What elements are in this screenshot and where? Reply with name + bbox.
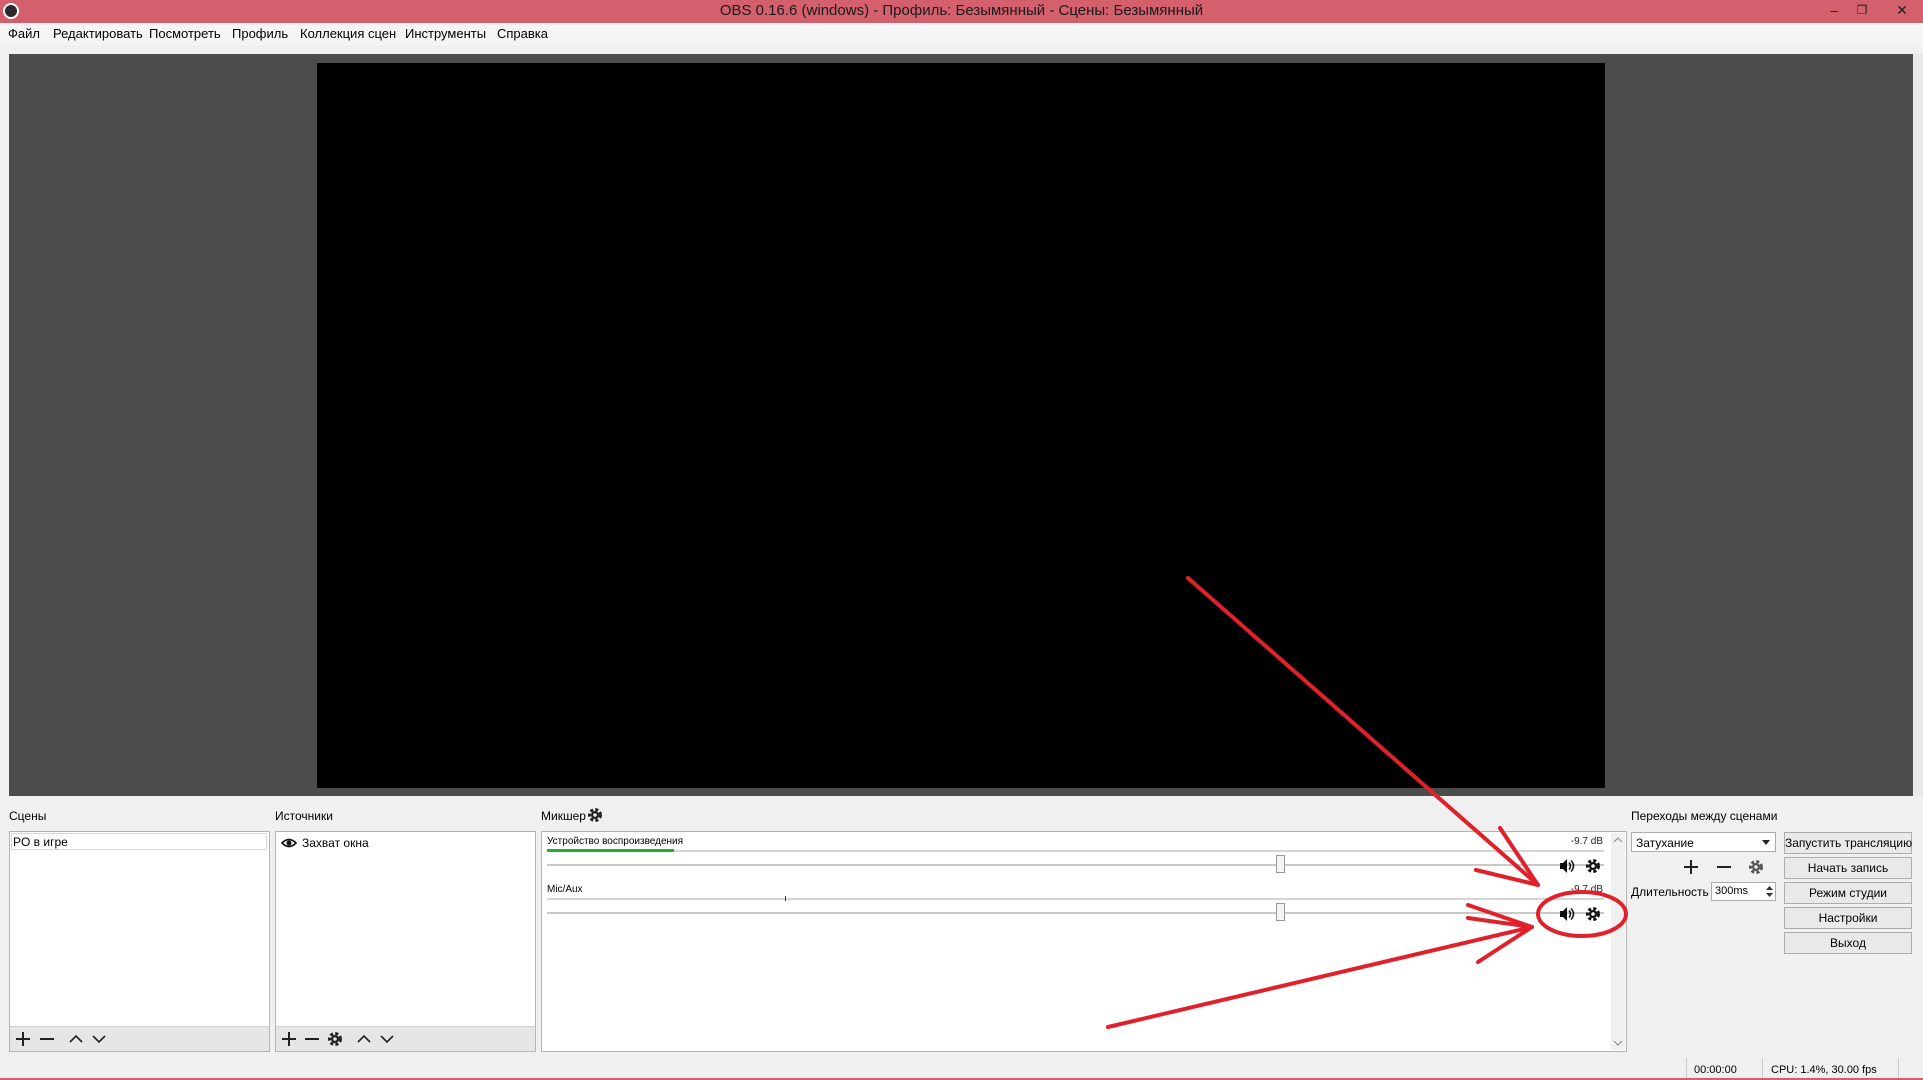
annotation-arrow-2 [1106,925,1534,1029]
annotation-circle [1536,890,1628,938]
annotation-overlay [1106,576,1628,1029]
annotation-arrow-1 [1186,576,1540,887]
